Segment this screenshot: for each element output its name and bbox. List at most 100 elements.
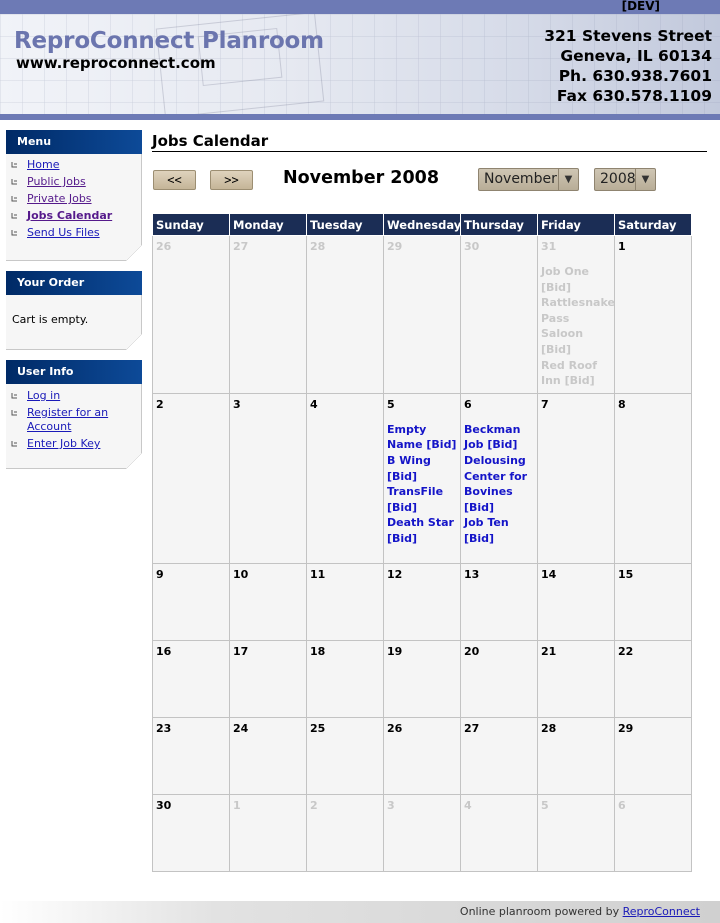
weekday-header: Friday xyxy=(537,213,615,236)
day-number: 25 xyxy=(310,721,326,735)
website-url: www.reproconnect.com xyxy=(16,54,216,72)
calendar-day-cell: 27 xyxy=(460,716,538,795)
menu-list: Home Public Jobs Private Jobs Jobs Calen… xyxy=(6,154,142,240)
day-number: 30 xyxy=(464,240,480,253)
send-files-link[interactable]: Send Us Files xyxy=(27,226,100,239)
private-jobs-link[interactable]: Private Jobs xyxy=(27,192,92,205)
month-select[interactable]: November ▼ xyxy=(478,168,579,191)
calendar-day-cell: 4 xyxy=(306,392,384,564)
calendar-day-cell: 28 xyxy=(306,235,384,394)
bullet-icon xyxy=(11,195,18,202)
box-corner-fold xyxy=(126,453,142,469)
public-jobs-link[interactable]: Public Jobs xyxy=(27,175,86,188)
calendar-day-cell: 12 xyxy=(383,562,461,641)
day-number: 29 xyxy=(618,721,634,735)
day-number: 11 xyxy=(310,567,326,581)
month-select-value: November xyxy=(484,171,557,187)
day-number: 19 xyxy=(387,644,403,658)
calendar-day-cell: 5 Empty Name [Bid] B Wing [Bid] TransFile [… xyxy=(383,392,461,564)
user-info-list: Log in Register for an Account Enter Job… xyxy=(6,384,142,451)
day-number: 18 xyxy=(310,644,326,658)
job-link[interactable]: Rattlesnake Pass Saloon [Bid] xyxy=(541,295,615,357)
year-select[interactable]: 2008 ▼ xyxy=(594,168,656,191)
calendar-day-cell: 22 xyxy=(614,639,692,718)
weekday-header: Saturday xyxy=(614,213,692,236)
calendar-day-cell: 2 xyxy=(306,793,384,872)
calendar-day-cell: 13 xyxy=(460,562,538,641)
job-link[interactable]: Delousing Center for Bovines [Bid] xyxy=(464,453,534,515)
day-number: 27 xyxy=(464,721,480,735)
calendar-day-cell: 29 xyxy=(383,235,461,394)
calendar-week-row: 9 10 11 12 13 14 15 xyxy=(152,562,692,641)
job-link[interactable]: Red Roof Inn [Bid] xyxy=(541,358,611,389)
menu-item-home: Home xyxy=(6,158,142,172)
brand-name: ReproConnect Planroom xyxy=(14,28,324,54)
calendar-day-cell: 25 xyxy=(306,716,384,795)
day-number: 3 xyxy=(387,798,395,812)
calendar-week-row: 26 27 28 29 30 31 Job One [Bid] Rattlesnake Pas… xyxy=(152,235,692,394)
calendar-day-cell: 27 xyxy=(229,235,307,394)
phone-line: Ph. 630.938.7601 xyxy=(558,67,712,85)
job-link[interactable]: Beckman Job [Bid] xyxy=(464,422,534,453)
order-body: Cart is empty. xyxy=(6,295,142,350)
calendar-day-cell: 11 xyxy=(306,562,384,641)
prev-month-button[interactable]: << xyxy=(153,170,196,190)
menu-item-private-jobs: Private Jobs xyxy=(6,192,142,206)
calendar-day-cell: 1 xyxy=(229,793,307,872)
calendar-day-cell: 31 Job One [Bid] Rattlesnake Pass Saloon [… xyxy=(537,235,615,394)
job-link[interactable]: B Wing [Bid] xyxy=(387,453,457,484)
day-number: 26 xyxy=(387,721,403,735)
enter-job-key-link[interactable]: Enter Job Key xyxy=(27,437,100,450)
box-corner-fold xyxy=(126,245,142,261)
user-item-register: Register for an Account xyxy=(6,406,142,434)
site-header: ReproConnect Planroom www.reproconnect.c… xyxy=(0,14,720,114)
menu-title: Menu xyxy=(6,130,142,154)
day-number: 30 xyxy=(156,798,172,812)
day-number: 28 xyxy=(310,240,326,253)
day-number: 2 xyxy=(310,798,318,812)
calendar-day-cell: 19 xyxy=(383,639,461,718)
user-info-body: Log in Register for an Account Enter Job… xyxy=(6,384,142,469)
job-link[interactable]: TransFile [Bid] xyxy=(387,484,457,515)
job-link[interactable]: Job Ten [Bid] xyxy=(464,515,534,546)
calendar-day-cell: 29 xyxy=(614,716,692,795)
day-number: 7 xyxy=(541,397,549,411)
box-edge xyxy=(141,154,142,245)
weekday-header: Sunday xyxy=(152,213,230,236)
bullet-icon xyxy=(11,392,18,399)
menu-body: Home Public Jobs Private Jobs Jobs Calen… xyxy=(6,154,142,261)
bullet-icon xyxy=(11,229,18,236)
next-month-button[interactable]: >> xyxy=(210,170,253,190)
day-jobs: Beckman Job [Bid] Delousing Center for Bo… xyxy=(464,422,534,547)
day-number: 23 xyxy=(156,721,172,735)
login-link[interactable]: Log in xyxy=(27,389,60,402)
day-number: 4 xyxy=(310,397,318,411)
home-link[interactable]: Home xyxy=(27,158,59,171)
job-link[interactable]: Job One [Bid] xyxy=(541,264,611,295)
weekday-header: Monday xyxy=(229,213,307,236)
calendar-day-cell: 14 xyxy=(537,562,615,641)
job-link[interactable]: Empty Name [Bid] xyxy=(387,422,457,453)
user-info-box: User Info Log in Register for an Account… xyxy=(6,360,142,469)
day-number: 24 xyxy=(233,721,249,735)
footer-link[interactable]: ReproConnect xyxy=(623,905,700,918)
footer: Online planroom powered by ReproConnect xyxy=(0,901,720,923)
job-link[interactable]: Death Star [Bid] xyxy=(387,515,457,546)
month-heading: November 2008 xyxy=(283,168,440,188)
calendar-body: 26 27 28 29 30 31 Job One [Bid] Rattlesnake Pas… xyxy=(152,235,692,872)
box-edge-bottom xyxy=(6,468,126,469)
register-link[interactable]: Register for an Account xyxy=(27,406,108,433)
calendar-day-cell: 8 xyxy=(614,392,692,564)
address-line: Geneva, IL 60134 xyxy=(560,47,712,65)
bullet-icon xyxy=(11,440,18,447)
jobs-calendar-link[interactable]: Jobs Calendar xyxy=(27,209,112,222)
bullet-icon xyxy=(11,212,18,219)
calendar-day-cell: 21 xyxy=(537,639,615,718)
day-number: 13 xyxy=(464,567,480,581)
calendar-day-cell: 6 Beckman Job [Bid] Delousing Center for B… xyxy=(460,392,538,564)
menu-item-public-jobs: Public Jobs xyxy=(6,175,142,189)
calendar-day-cell: 18 xyxy=(306,639,384,718)
fax-line: Fax 630.578.1109 xyxy=(556,87,712,105)
day-number: 28 xyxy=(541,721,557,735)
day-number: 3 xyxy=(233,397,241,411)
